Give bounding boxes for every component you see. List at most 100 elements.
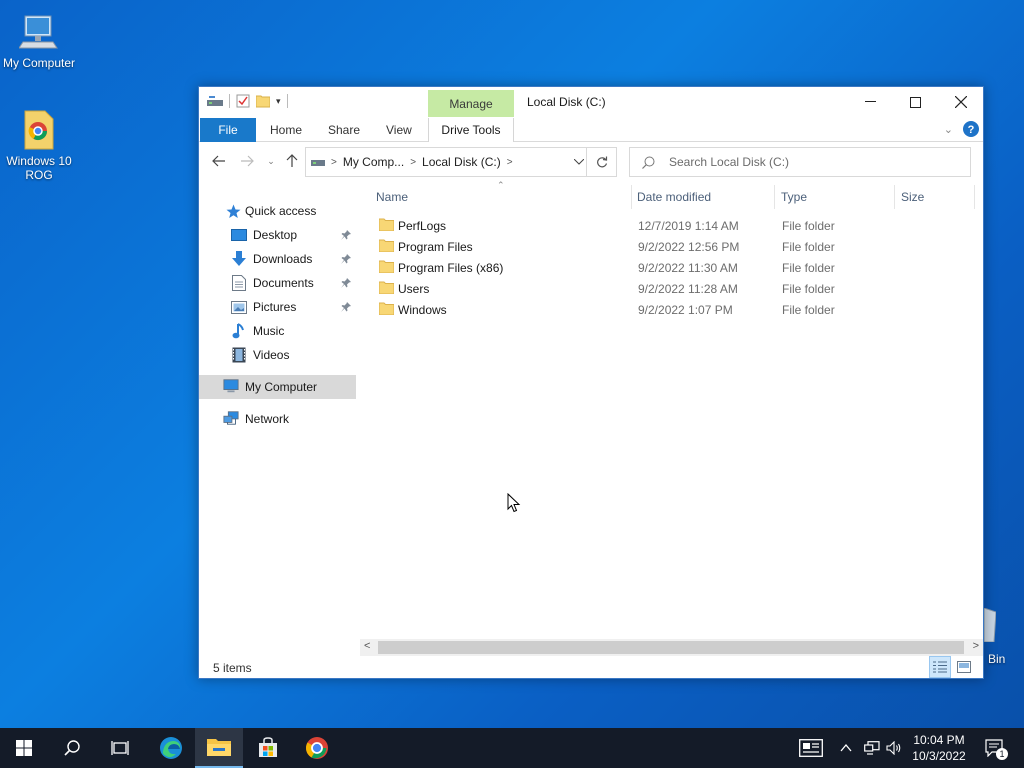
nav-item-music[interactable]: Music	[199, 319, 356, 343]
customize-qat-chevron-icon[interactable]: ▾	[276, 96, 281, 107]
volume-button[interactable]	[884, 728, 904, 768]
taskbar-clock[interactable]: 10:04 PM 10/3/2022	[904, 732, 974, 764]
nav-item-videos[interactable]: Videos	[199, 343, 356, 367]
tab-view[interactable]: View	[386, 118, 412, 142]
properties-icon[interactable]	[236, 94, 250, 108]
maximize-button[interactable]	[892, 87, 938, 117]
expand-ribbon-chevron-icon[interactable]: ⌄	[944, 123, 953, 136]
divider	[229, 94, 230, 108]
nav-label: Videos	[253, 348, 290, 362]
large-icons-view-button[interactable]	[953, 656, 975, 678]
breadcrumb-separator-icon: >	[506, 156, 513, 168]
clock-date: 10/3/2022	[912, 749, 966, 763]
desktop-icon-my-computer[interactable]: My Computer	[0, 10, 81, 70]
file-name: Program Files (x86)	[398, 261, 504, 275]
tab-file[interactable]: File	[200, 118, 256, 142]
file-row[interactable]: Program Files 9/2/2022 12:56 PM File fol…	[375, 236, 975, 257]
forward-button[interactable]	[239, 153, 255, 169]
star-icon	[225, 203, 241, 219]
nav-item-documents[interactable]: Documents	[199, 271, 356, 295]
action-center-button[interactable]: 1	[980, 728, 1010, 768]
search-box[interactable]: Search Local Disk (C:)	[629, 147, 971, 177]
scroll-left-icon[interactable]: <	[364, 640, 370, 652]
file-explorer-window[interactable]: ▾ Manage Local Disk (C:) File Home Share…	[198, 86, 984, 679]
breadcrumb-local-disk[interactable]: Local Disk (C:)	[422, 155, 501, 169]
column-header-type[interactable]: Type	[781, 185, 807, 209]
nav-item-network[interactable]: Network	[199, 407, 356, 431]
notification-count-badge: 1	[996, 748, 1008, 760]
column-divider[interactable]	[774, 185, 775, 209]
column-header-size[interactable]: Size	[901, 185, 924, 209]
taskbar-app-chrome[interactable]	[293, 728, 341, 768]
file-type: File folder	[782, 240, 835, 254]
title-bar[interactable]: ▾ Manage Local Disk (C:)	[199, 87, 983, 118]
nav-item-pictures[interactable]: Pictures	[199, 295, 356, 319]
film-icon	[231, 347, 247, 363]
close-button[interactable]	[938, 87, 984, 117]
pin-icon[interactable]	[341, 253, 351, 267]
column-header-name[interactable]: Name	[376, 185, 408, 209]
nav-label: Documents	[253, 276, 314, 290]
minimize-button[interactable]	[847, 87, 893, 117]
taskbar-app-edge[interactable]	[147, 728, 195, 768]
file-name: Program Files	[398, 240, 473, 254]
start-icon	[16, 740, 32, 756]
desktop-icon-recycle-bin[interactable]: Bin	[984, 606, 1024, 666]
horizontal-scrollbar[interactable]: < >	[360, 639, 983, 656]
navigation-pane: Quick access Desktop Downloads Documents…	[199, 183, 356, 653]
back-button[interactable]	[211, 153, 227, 169]
new-folder-icon[interactable]	[256, 94, 270, 108]
chevron-down-icon: ⌄	[267, 155, 275, 166]
show-hidden-icons-button[interactable]	[838, 728, 854, 768]
nav-item-desktop[interactable]: Desktop	[199, 223, 356, 247]
nav-label: Quick access	[245, 204, 317, 218]
pin-icon[interactable]	[341, 277, 351, 291]
taskbar-app-file-explorer[interactable]	[195, 728, 243, 768]
breadcrumb-my-computer[interactable]: My Comp...	[343, 155, 404, 169]
refresh-button[interactable]	[586, 148, 616, 176]
scroll-right-icon[interactable]: >	[973, 640, 979, 652]
taskbar-app-store[interactable]	[244, 728, 292, 768]
tab-share[interactable]: Share	[328, 118, 360, 142]
start-button[interactable]	[0, 728, 48, 768]
news-interests-button[interactable]	[796, 728, 826, 768]
nav-item-my-computer[interactable]: My Computer	[199, 375, 356, 399]
tab-home[interactable]: Home	[270, 118, 302, 142]
up-button[interactable]	[284, 153, 300, 169]
status-item-count: 5 items	[213, 661, 252, 675]
refresh-icon	[596, 156, 607, 168]
search-icon	[642, 156, 655, 169]
pin-icon[interactable]	[341, 301, 351, 315]
network-status-button[interactable]	[862, 728, 882, 768]
pin-icon[interactable]	[341, 229, 351, 243]
tab-drive-tools[interactable]: Drive Tools	[428, 118, 514, 142]
news-icon	[799, 739, 823, 757]
nav-item-quick-access[interactable]: Quick access	[199, 199, 356, 223]
file-row[interactable]: Users 9/2/2022 11:28 AM File folder	[375, 278, 975, 299]
column-divider[interactable]	[974, 185, 975, 209]
details-view-button[interactable]	[929, 656, 951, 678]
recent-locations-button[interactable]: ⌄	[263, 153, 279, 169]
edge-icon	[160, 737, 182, 759]
taskbar-search-button[interactable]	[48, 728, 96, 768]
desktop-icon-windows10-rog[interactable]: Windows 10 ROG	[0, 108, 81, 182]
column-header-date-modified[interactable]: Date modified	[637, 185, 711, 209]
address-bar[interactable]: > My Comp... > Local Disk (C:) >	[305, 147, 617, 177]
task-view-button[interactable]	[96, 728, 144, 768]
file-row[interactable]: PerfLogs 12/7/2019 1:14 AM File folder	[375, 215, 975, 236]
help-icon[interactable]: ?	[963, 121, 979, 137]
scrollbar-thumb[interactable]	[378, 641, 964, 654]
column-divider[interactable]	[894, 185, 895, 209]
file-type: File folder	[782, 219, 835, 233]
nav-item-downloads[interactable]: Downloads	[199, 247, 356, 271]
file-row[interactable]: Windows 9/2/2022 1:07 PM File folder	[375, 299, 975, 320]
close-icon	[955, 96, 967, 108]
file-row[interactable]: Program Files (x86) 9/2/2022 11:30 AM Fi…	[375, 257, 975, 278]
maximize-icon	[909, 96, 921, 108]
address-dropdown-chevron-icon[interactable]	[573, 154, 585, 168]
arrow-left-icon	[212, 155, 225, 167]
network-wired-icon	[864, 741, 880, 755]
chrome-icon	[306, 737, 328, 759]
column-divider[interactable]	[631, 185, 632, 209]
nav-label: Desktop	[253, 228, 298, 242]
